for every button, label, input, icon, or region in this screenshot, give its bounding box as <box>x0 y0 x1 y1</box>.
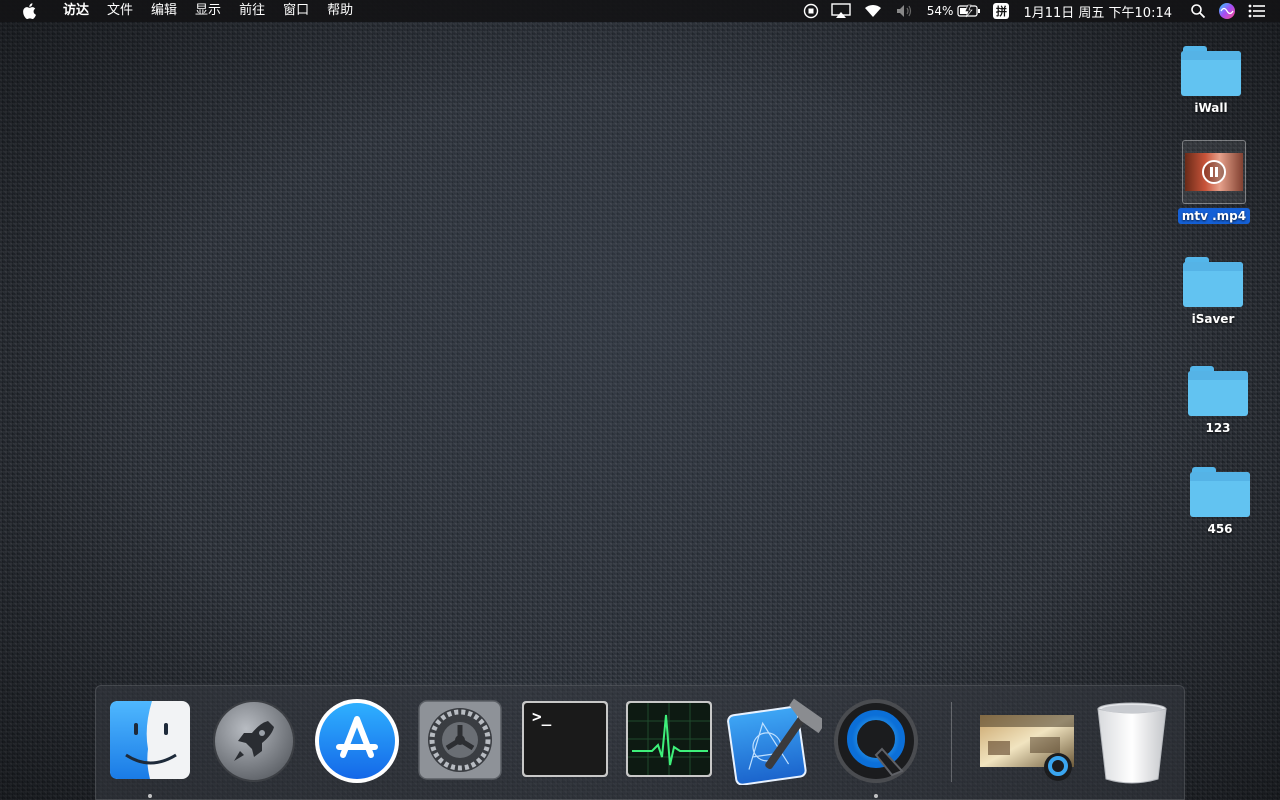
desktop-wallpaper[interactable] <box>0 0 1280 800</box>
input-method-indicator[interactable]: 拼 <box>993 0 1010 22</box>
battery-percent: 54% <box>926 4 954 18</box>
menu-app-finder[interactable]: 访达 <box>54 0 98 22</box>
running-indicator <box>148 794 152 798</box>
system-preferences-icon[interactable] <box>416 697 504 785</box>
menu-go[interactable]: 前往 <box>230 0 274 22</box>
folder-icon <box>1181 46 1241 96</box>
finder-icon[interactable] <box>106 697 194 785</box>
battery-charging-icon <box>957 4 981 18</box>
video-file-icon <box>1182 140 1246 204</box>
menu-window[interactable]: 窗口 <box>274 0 318 22</box>
trash-icon[interactable] <box>1088 697 1176 785</box>
folder-icon <box>1183 257 1243 307</box>
quicktime-player-icon[interactable] <box>832 697 920 785</box>
app-store-icon[interactable] <box>313 697 401 785</box>
video-stack-icon[interactable] <box>978 697 1078 785</box>
apple-logo-icon[interactable] <box>20 3 38 19</box>
menu-view[interactable]: 显示 <box>186 0 230 22</box>
desktop-file-mtv-mp4[interactable]: mtv .mp4 <box>1172 140 1256 224</box>
desktop-icon-label: iSaver <box>1191 312 1235 326</box>
battery-status[interactable]: 54% <box>927 0 982 22</box>
notification-center-icon[interactable] <box>1248 0 1266 22</box>
siri-icon[interactable] <box>1218 0 1236 22</box>
menu-edit[interactable]: 编辑 <box>142 0 186 22</box>
desktop-folder-123[interactable]: 123 <box>1176 366 1260 436</box>
terminal-prompt: >_ <box>532 707 552 726</box>
airplay-icon[interactable] <box>831 0 851 22</box>
dock-divider <box>951 702 952 782</box>
folder-icon <box>1188 366 1248 416</box>
xcode-icon[interactable] <box>726 697 827 786</box>
desktop-icon-label: iWall <box>1194 101 1228 115</box>
launchpad-icon[interactable] <box>210 697 298 785</box>
desktop-icon-label: 123 <box>1205 421 1231 435</box>
folder-icon <box>1190 467 1250 517</box>
desktop-icon-label: 456 <box>1207 522 1233 536</box>
menubar-clock[interactable]: 1月11日 周五 下午10:14 <box>1023 0 1172 22</box>
desktop-icon-label: mtv .mp4 <box>1177 208 1251 224</box>
terminal-icon[interactable]: >_ <box>520 697 608 785</box>
activity-monitor-icon[interactable] <box>624 697 712 785</box>
record-icon[interactable] <box>803 0 819 22</box>
spotlight-search-icon[interactable] <box>1190 0 1206 22</box>
desktop-folder-isaver[interactable]: iSaver <box>1171 257 1255 327</box>
pause-icon <box>1202 160 1226 184</box>
menu-help[interactable]: 帮助 <box>318 0 362 22</box>
desktop-folder-456[interactable]: 456 <box>1178 467 1262 537</box>
desktop-folder-iwall[interactable]: iWall <box>1169 46 1253 116</box>
wifi-icon[interactable] <box>863 0 883 22</box>
menu-bar: 访达 文件 编辑 显示 前往 窗口 帮助 54% 拼 1月11日 周五 下午10… <box>0 0 1280 22</box>
ime-label: 拼 <box>993 3 1010 19</box>
menu-file[interactable]: 文件 <box>98 0 142 22</box>
volume-muted-icon[interactable] <box>895 0 915 22</box>
running-indicator <box>874 794 878 798</box>
